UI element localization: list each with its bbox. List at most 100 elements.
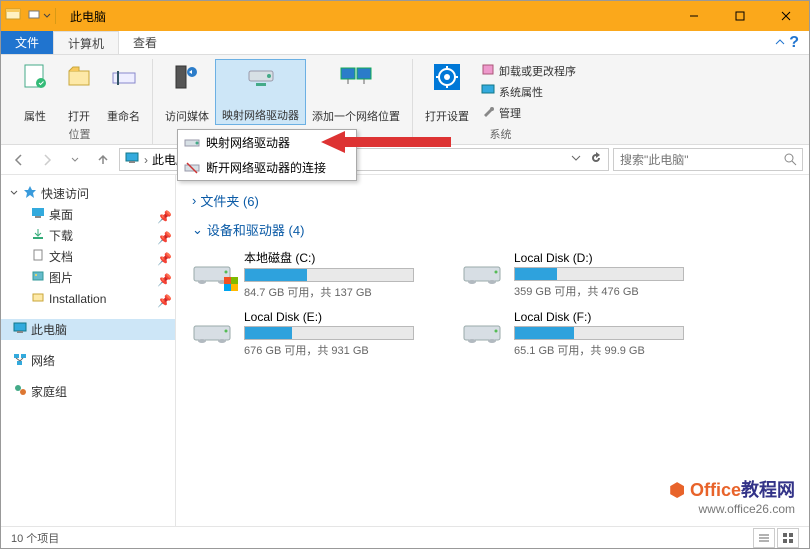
window-titlebar: 此电脑 (1, 1, 809, 31)
sidebar-quick-access[interactable]: 快速访问 (1, 183, 175, 204)
downloads-icon (31, 227, 45, 244)
system-props-label: 系统属性 (499, 84, 543, 100)
address-dropdown-icon[interactable] (568, 150, 584, 169)
sidebar-item-label: 文档 (49, 248, 73, 265)
map-network-drive-button[interactable]: 映射网络驱动器 (215, 59, 306, 125)
folders-section-header[interactable]: › 文件夹 (6) (192, 191, 793, 210)
hard-drive-icon (192, 253, 236, 297)
open-icon (63, 61, 95, 93)
folder-icon (31, 290, 45, 307)
sidebar-item-downloads[interactable]: 下载 📌 (1, 225, 175, 246)
settings-gear-icon (431, 61, 463, 93)
thispc-icon (124, 150, 140, 169)
nav-up-button[interactable] (91, 148, 115, 172)
drive-capacity-bar (244, 268, 414, 282)
properties-icon (19, 61, 51, 93)
rename-label: 重命名 (107, 112, 140, 123)
sidebar-homegroup[interactable]: 家庭组 (1, 381, 175, 402)
refresh-icon[interactable] (588, 150, 604, 169)
drive-card[interactable]: 本地磁盘 (C:)84.7 GB 可用，共 137 GB (192, 249, 422, 300)
drives-label: 设备和驱动器 (4) (207, 220, 305, 239)
thispc-icon (13, 321, 27, 338)
drive-capacity-bar (514, 326, 684, 340)
desktop-icon (31, 206, 45, 223)
properties-label: 属性 (24, 112, 46, 123)
qat-separator (55, 8, 56, 24)
sidebar-item-pictures[interactable]: 图片 📌 (1, 267, 175, 288)
navigation-sidebar: 快速访问 桌面 📌 下载 📌 文档 📌 图片 📌 Installation 📌 (1, 175, 176, 526)
chevron-up-icon[interactable] (775, 34, 785, 52)
chevron-right-icon: › (192, 193, 196, 208)
properties-button[interactable]: 属性 (13, 59, 57, 125)
drive-card[interactable]: Local Disk (D:) 359 GB 可用，共 476 GB (462, 249, 692, 300)
drive-capacity-bar (514, 267, 684, 281)
drive-network-icon (245, 62, 277, 94)
watermark: ⬢ Office教程网 www.office26.com (669, 476, 795, 516)
pin-icon: 📌 (157, 273, 167, 283)
manage-label: 管理 (499, 105, 521, 121)
tab-file[interactable]: 文件 (1, 31, 53, 54)
open-button[interactable]: 打开 (57, 59, 101, 125)
homegroup-label: 家庭组 (31, 383, 67, 400)
access-media-label: 访问媒体 (165, 112, 209, 123)
sidebar-item-installation[interactable]: Installation 📌 (1, 288, 175, 309)
system-properties-button[interactable]: 系统属性 (477, 82, 580, 101)
close-button[interactable] (763, 1, 809, 31)
drive-map-icon (184, 135, 200, 151)
qat-dropdown-icon[interactable] (43, 7, 51, 25)
nav-forward-button[interactable] (35, 148, 59, 172)
star-icon (23, 185, 37, 202)
sidebar-item-desktop[interactable]: 桌面 📌 (1, 204, 175, 225)
uninstall-programs-button[interactable]: 卸载或更改程序 (477, 61, 580, 80)
ribbon-group-system: 系统 (490, 126, 512, 142)
drive-disconnect-icon (184, 160, 200, 176)
tab-view[interactable]: 查看 (119, 31, 171, 54)
sidebar-item-label: Installation (49, 292, 106, 306)
expand-icon (9, 187, 19, 201)
titlebar-left (5, 6, 58, 27)
drive-name: Local Disk (D:) (514, 251, 692, 265)
pin-icon: 📌 (157, 294, 167, 304)
drive-name: Local Disk (E:) (244, 310, 422, 324)
sidebar-item-label: 下载 (49, 227, 73, 244)
view-details-button[interactable] (753, 528, 775, 548)
manage-button[interactable]: 管理 (477, 103, 580, 122)
drive-card[interactable]: Local Disk (F:)65.1 GB 可用，共 99.9 GB (462, 310, 692, 358)
nav-back-button[interactable] (7, 148, 31, 172)
sidebar-this-pc[interactable]: 此电脑 (1, 319, 175, 340)
dropdown-map-label: 映射网络驱动器 (206, 134, 290, 151)
help-icon[interactable]: ? (789, 34, 799, 52)
network-icon (13, 352, 27, 369)
content-pane: › 文件夹 (6) ⌄ 设备和驱动器 (4) 本地磁盘 (C:)84.7 GB … (176, 175, 809, 526)
window-title: 此电脑 (70, 8, 106, 25)
sidebar-item-documents[interactable]: 文档 📌 (1, 246, 175, 267)
maximize-button[interactable] (717, 1, 763, 31)
thispc-label: 此电脑 (31, 321, 67, 338)
drives-section-header[interactable]: ⌄ 设备和驱动器 (4) (192, 220, 793, 239)
qat-item[interactable] (27, 7, 41, 26)
drive-stats: 359 GB 可用，共 476 GB (514, 283, 692, 299)
search-icon[interactable] (783, 152, 797, 171)
search-input[interactable] (613, 148, 803, 171)
pin-icon: 📌 (157, 231, 167, 241)
uninstall-label: 卸载或更改程序 (499, 63, 576, 79)
monitor-icon (481, 83, 495, 100)
nav-recent-dropdown[interactable] (63, 148, 87, 172)
pictures-icon (31, 269, 45, 286)
tab-computer[interactable]: 计算机 (53, 31, 119, 54)
add-network-location-button[interactable]: 添加一个网络位置 (306, 59, 406, 125)
open-settings-button[interactable]: 打开设置 (419, 59, 475, 125)
hard-drive-icon (462, 253, 506, 297)
access-media-button[interactable]: 访问媒体 (159, 59, 215, 125)
sidebar-network[interactable]: 网络 (1, 350, 175, 371)
view-icons-button[interactable] (777, 528, 799, 548)
minimize-button[interactable] (671, 1, 717, 31)
drive-stats: 84.7 GB 可用，共 137 GB (244, 284, 422, 300)
drive-card[interactable]: Local Disk (E:)676 GB 可用，共 931 GB (192, 310, 422, 358)
pin-icon: 📌 (157, 210, 167, 220)
watermark-url: www.office26.com (699, 502, 796, 516)
drive-name: Local Disk (F:) (514, 310, 692, 324)
rename-button[interactable]: 重命名 (101, 59, 146, 125)
monitors-icon (340, 61, 372, 93)
open-settings-label: 打开设置 (425, 112, 469, 123)
